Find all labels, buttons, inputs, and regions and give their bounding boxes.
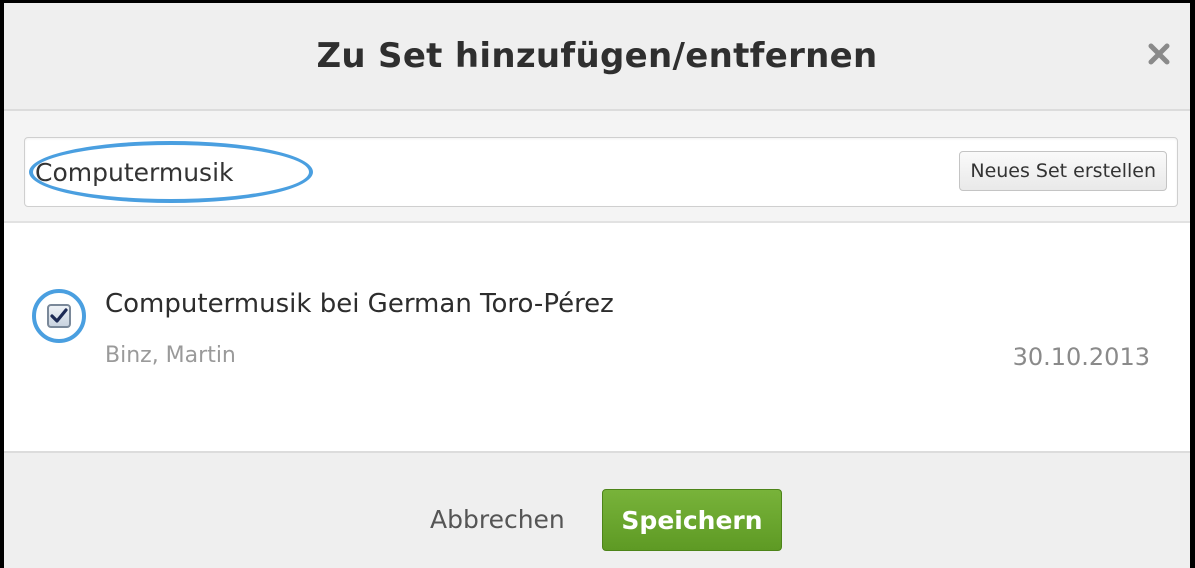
search-input[interactable] xyxy=(35,152,635,192)
dialog: Zu Set hinzufügen/entfernen Neues Set er… xyxy=(0,0,1195,568)
close-button[interactable] xyxy=(1142,37,1176,71)
item-checkbox[interactable] xyxy=(47,304,71,328)
item-date: 30.10.2013 xyxy=(1012,343,1150,371)
search-row: Neues Set erstellen xyxy=(4,111,1190,223)
cancel-button[interactable]: Abbrechen xyxy=(430,505,565,534)
list-item: Computermusik bei German Toro-Pérez Binz… xyxy=(4,273,1190,383)
search-box: Neues Set erstellen xyxy=(24,137,1178,207)
item-author: Binz, Martin xyxy=(105,343,236,368)
checkmark-icon xyxy=(50,308,68,323)
close-icon xyxy=(1148,43,1170,65)
dialog-title: Zu Set hinzufügen/entfernen xyxy=(316,36,878,76)
dialog-footer: Abbrechen Speichern xyxy=(4,451,1190,568)
new-set-button[interactable]: Neues Set erstellen xyxy=(959,151,1167,191)
save-button[interactable]: Speichern xyxy=(602,489,782,551)
dialog-header: Zu Set hinzufügen/entfernen xyxy=(4,3,1190,111)
item-title[interactable]: Computermusik bei German Toro-Pérez xyxy=(105,289,614,319)
result-list: Computermusik bei German Toro-Pérez Binz… xyxy=(4,223,1190,451)
